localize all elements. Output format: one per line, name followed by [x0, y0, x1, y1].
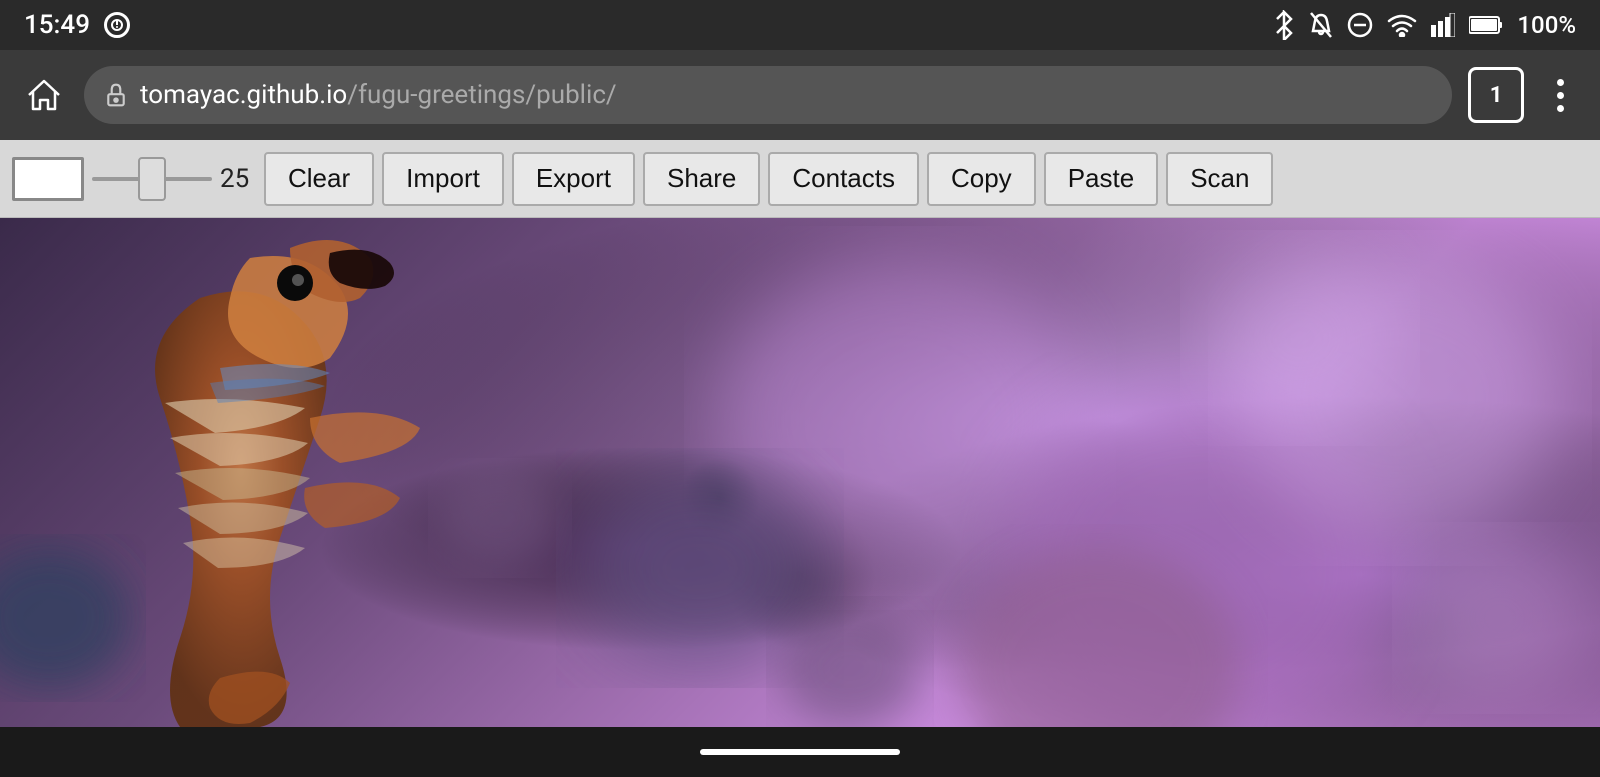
- menu-dot-1: [1557, 79, 1564, 86]
- fish-background: [0, 218, 1600, 727]
- status-right: 100%: [1273, 10, 1576, 40]
- dnd-icon: [1347, 12, 1373, 38]
- paste-button[interactable]: Paste: [1044, 152, 1159, 206]
- import-button[interactable]: Import: [382, 152, 504, 206]
- export-button[interactable]: Export: [512, 152, 635, 206]
- copy-button[interactable]: Copy: [927, 152, 1036, 206]
- share-button[interactable]: Share: [643, 152, 760, 206]
- address-bar[interactable]: tomayac.github.io/fugu-greetings/public/: [84, 66, 1452, 124]
- tab-count: 1: [1490, 83, 1503, 108]
- bell-muted-icon: [1309, 11, 1333, 39]
- main-content: [0, 218, 1600, 727]
- url-domain: tomayac.github.io: [140, 80, 347, 110]
- color-swatch[interactable]: [12, 157, 84, 201]
- menu-dot-2: [1557, 92, 1564, 99]
- scan-button[interactable]: Scan: [1166, 152, 1273, 206]
- address-bar-container: tomayac.github.io/fugu-greetings/public/…: [0, 50, 1600, 140]
- url-path: /fugu-greetings/public/: [347, 80, 616, 110]
- home-button[interactable]: [20, 71, 68, 119]
- menu-button[interactable]: [1540, 75, 1580, 115]
- bluetooth-icon: [1273, 10, 1295, 40]
- wifi-icon: [1387, 13, 1417, 37]
- lock-icon: [104, 83, 128, 107]
- toolbar: 25 Clear Import Export Share Contacts Co…: [0, 140, 1600, 218]
- menu-dot-3: [1557, 105, 1564, 112]
- slider-thumb[interactable]: [138, 157, 166, 201]
- fish-illustration: [0, 218, 1600, 727]
- battery-icon: [1469, 15, 1503, 35]
- nav-bar: [0, 727, 1600, 777]
- battery-percentage: 100%: [1517, 11, 1576, 39]
- slider-track: [92, 177, 212, 181]
- contacts-button[interactable]: Contacts: [768, 152, 919, 206]
- status-time: 15:49: [24, 10, 90, 40]
- notification-icon: [104, 12, 130, 38]
- slider-container: [92, 177, 212, 181]
- home-indicator[interactable]: [700, 749, 900, 755]
- slider-value: 25: [220, 164, 256, 194]
- clear-button[interactable]: Clear: [264, 152, 374, 206]
- status-left: 15:49: [24, 10, 130, 40]
- status-bar: 15:49: [0, 0, 1600, 50]
- tab-count-button[interactable]: 1: [1468, 67, 1524, 123]
- url-text: tomayac.github.io/fugu-greetings/public/: [140, 80, 617, 110]
- signal-icon: [1431, 13, 1455, 37]
